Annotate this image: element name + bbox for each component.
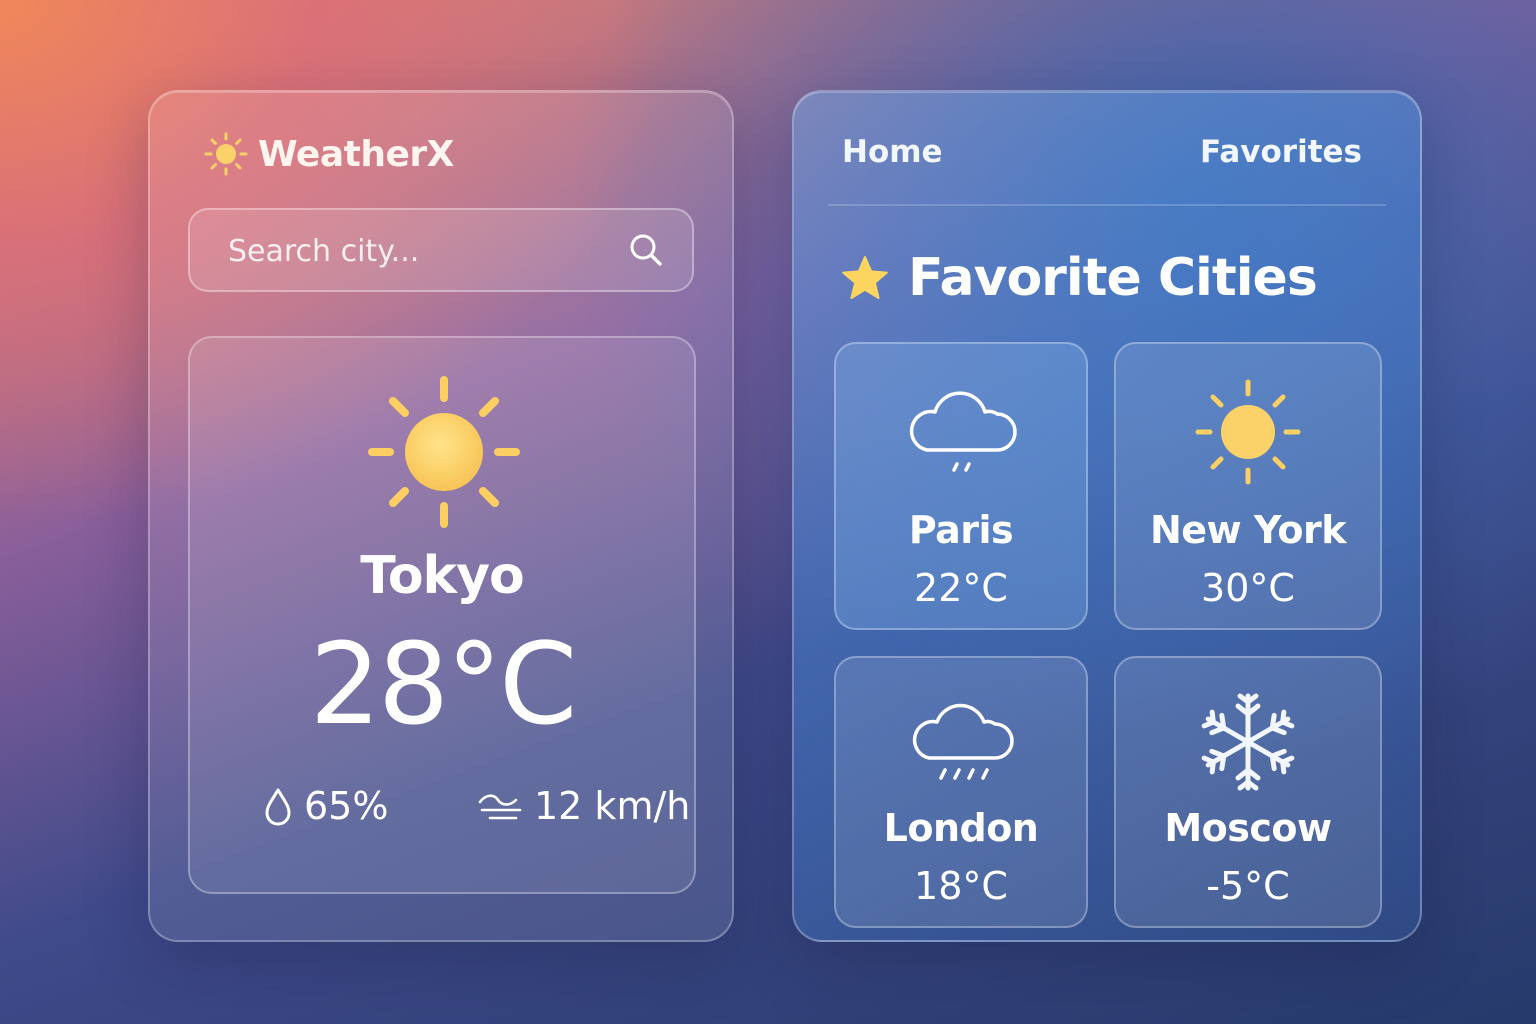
city-temperature: 22°C [914, 566, 1008, 610]
sun-icon [204, 132, 248, 176]
nav-home[interactable]: Home [842, 134, 943, 170]
wind-stat: 12 km/h [476, 784, 690, 828]
favorites-panel: Home Favorites Favorite Cities Paris 22°… [792, 90, 1422, 942]
wind-icon [478, 794, 522, 820]
city-tile-new-york[interactable]: New York 30°C [1114, 342, 1382, 630]
city-tile-moscow[interactable]: Moscow -5°C [1114, 656, 1382, 928]
light-rain-cloud-icon [909, 391, 1017, 472]
current-weather-panel: WeatherX Tokyo 28°C [148, 90, 734, 942]
city-temperature: 30°C [1201, 566, 1295, 610]
humidity-value: 65% [304, 784, 389, 828]
current-temperature: 28°C [309, 620, 578, 750]
city-temperature: -5°C [1206, 864, 1290, 908]
city-name: Paris [908, 508, 1014, 552]
current-city: Tokyo [360, 546, 525, 606]
divider [828, 204, 1386, 206]
city-tile-paris[interactable]: Paris 22°C [834, 342, 1088, 630]
app-name: WeatherX [258, 133, 454, 175]
star-icon [842, 256, 888, 299]
droplet-icon [265, 788, 291, 826]
favorites-title: Favorite Cities [908, 248, 1318, 308]
city-name: New York [1149, 508, 1347, 552]
humidity-stat: 65% [262, 784, 388, 828]
search-bar [188, 208, 694, 292]
search-icon[interactable] [626, 230, 666, 270]
nav-favorites[interactable]: Favorites [1200, 134, 1362, 170]
current-weather-card: Tokyo 28°C 65% 12 km/h [188, 336, 696, 894]
wind-value: 12 km/h [534, 784, 691, 828]
search-input[interactable] [226, 210, 610, 292]
top-nav: Home Favorites [842, 134, 1362, 174]
favorites-heading: Favorite Cities [840, 248, 1318, 308]
city-tile-london[interactable]: London 18°C [834, 656, 1088, 928]
city-name: Moscow [1164, 806, 1332, 850]
city-name: London [883, 806, 1039, 850]
sun-icon [1195, 379, 1301, 485]
rain-cloud-icon [912, 703, 1014, 780]
brand: WeatherX [204, 132, 454, 176]
city-temperature: 18°C [914, 864, 1008, 908]
snowflake-icon [1198, 693, 1298, 794]
sun-icon [368, 376, 520, 528]
